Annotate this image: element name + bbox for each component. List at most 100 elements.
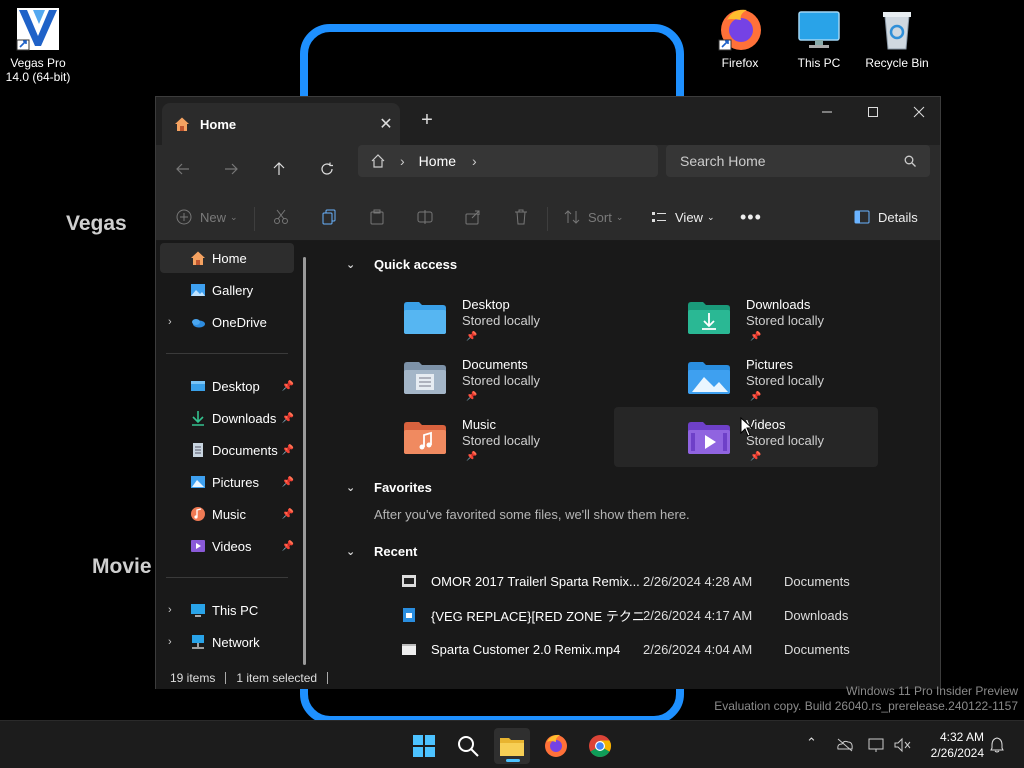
sidebar-item-downloads[interactable]: Downloads 📌: [160, 403, 294, 433]
pin-icon[interactable]: 📌: [282, 477, 294, 488]
share-button[interactable]: [465, 203, 481, 231]
breadcrumb-home[interactable]: Home: [419, 153, 456, 169]
back-button[interactable]: [168, 155, 198, 183]
sort-button[interactable]: Sort ⌄: [564, 203, 623, 231]
paste-button[interactable]: [369, 203, 385, 231]
tab-home[interactable]: Home ✕: [162, 103, 400, 145]
sort-label: Sort: [588, 209, 612, 225]
sidebar-item-desktop[interactable]: Desktop 📌: [160, 371, 294, 401]
scissors-icon: [274, 209, 288, 224]
network-status-icon[interactable]: [868, 737, 886, 753]
sidebar-item-this-pc[interactable]: › This PC: [160, 595, 294, 625]
favorites-header[interactable]: ⌄ Favorites: [346, 480, 432, 495]
maximize-button[interactable]: [850, 97, 896, 127]
quick-access-desktop[interactable]: Desktop Stored locally 📌: [404, 291, 666, 349]
delete-button[interactable]: [513, 203, 529, 231]
arrow-up-icon: [273, 162, 285, 175]
sidebar-label: This PC: [212, 602, 259, 618]
desktop-icon-firefox[interactable]: Firefox: [702, 6, 778, 70]
desktop-icon-vegas[interactable]: Vegas Pro 14.0 (64-bit): [0, 6, 76, 84]
chrome-taskbar-button[interactable]: [582, 728, 618, 764]
desktop-icon-recycle-bin[interactable]: Recycle Bin: [859, 6, 935, 70]
firefox-taskbar-button[interactable]: [538, 728, 574, 764]
show-hidden-icons-button[interactable]: ⌃: [806, 735, 817, 751]
quick-access-documents[interactable]: Documents Stored locally 📌: [404, 351, 666, 409]
pin-icon: 📌: [750, 391, 762, 401]
close-icon: [913, 106, 925, 118]
firefox-icon: [717, 6, 763, 52]
close-tab-icon[interactable]: ✕: [372, 114, 400, 134]
recent-row[interactable]: Sparta Customer 2.0 Remix.mp4 2/26/2024 …: [401, 638, 931, 660]
details-button[interactable]: Details: [854, 203, 918, 231]
qa-sub: Stored locally: [746, 313, 825, 328]
new-button[interactable]: New ⌄: [176, 203, 238, 231]
recent-date: 2/26/2024 4:17 AM: [643, 607, 753, 623]
volume-muted-icon[interactable]: [894, 737, 912, 753]
quick-access-videos[interactable]: Videos Stored locally 📌: [688, 411, 950, 469]
view-button[interactable]: View ⌄: [651, 203, 715, 231]
active-indicator: [506, 759, 520, 762]
home-icon: [175, 117, 189, 131]
qa-name: Documents: [462, 357, 528, 372]
pin-icon[interactable]: 📌: [282, 541, 294, 552]
close-window-button[interactable]: [896, 97, 942, 127]
chevron-right-icon[interactable]: ›: [168, 316, 172, 328]
vegas-label-line1: Vegas Pro: [10, 56, 66, 70]
file-explorer-taskbar-button[interactable]: [494, 728, 530, 764]
details-pane-icon: [854, 210, 870, 224]
quick-access-header[interactable]: ⌄ Quick access: [346, 257, 457, 272]
forward-button[interactable]: [216, 155, 246, 183]
sidebar-item-network[interactable]: › Network: [160, 627, 294, 657]
search-box[interactable]: Search Home: [666, 145, 930, 177]
clock-date: 2/26/2024: [930, 746, 984, 760]
documents-folder-icon: [404, 362, 446, 394]
rename-button[interactable]: [417, 203, 433, 231]
copy-button[interactable]: [321, 203, 337, 231]
search-taskbar-button[interactable]: [450, 728, 486, 764]
desktop-icon-this-pc[interactable]: This PC: [781, 6, 857, 70]
qa-sub: Stored locally: [462, 433, 541, 448]
arrow-left-icon: [176, 163, 189, 175]
windows-logo-icon: [413, 735, 435, 757]
onedrive-offline-icon[interactable]: [836, 737, 854, 753]
refresh-button[interactable]: [312, 155, 342, 183]
notification-bell-icon[interactable]: [990, 737, 1004, 753]
sidebar-item-music[interactable]: Music 📌: [160, 499, 294, 529]
sidebar-item-pictures[interactable]: Pictures 📌: [160, 467, 294, 497]
recent-row[interactable]: OMOR 2017 Trailerl Sparta Remix... 2/26/…: [401, 570, 931, 592]
more-options-button[interactable]: •••: [740, 203, 762, 231]
start-button[interactable]: [406, 728, 442, 764]
recent-location: Downloads: [784, 607, 849, 623]
quick-access-pictures[interactable]: Pictures Stored locally 📌: [688, 351, 950, 409]
chevron-down-icon: ⌄: [346, 482, 356, 494]
sidebar-item-home[interactable]: Home: [160, 243, 294, 273]
up-button[interactable]: [264, 155, 294, 183]
rename-icon: [417, 210, 433, 224]
sidebar-item-documents[interactable]: Documents 📌: [160, 435, 294, 465]
pin-icon[interactable]: 📌: [282, 381, 294, 392]
breadcrumb-expand-icon[interactable]: ›: [472, 153, 477, 169]
sidebar-item-gallery[interactable]: Gallery: [160, 275, 294, 305]
quick-access-downloads[interactable]: Downloads Stored locally 📌: [688, 291, 950, 349]
qa-sub: Stored locally: [746, 373, 825, 388]
recent-title: Recent: [374, 544, 418, 559]
pin-icon[interactable]: 📌: [282, 509, 294, 520]
recent-row[interactable]: {VEG REPLACE}[RED ZONE テクニッ... 2/26/2024…: [401, 604, 931, 626]
pin-icon[interactable]: 📌: [282, 445, 294, 456]
pin-icon[interactable]: 📌: [282, 413, 294, 424]
minimize-button[interactable]: [804, 97, 850, 127]
video-file-icon: [402, 575, 416, 587]
cut-button[interactable]: [273, 203, 289, 231]
qa-sub: Stored locally: [746, 433, 825, 448]
chevron-right-icon[interactable]: ›: [168, 604, 172, 616]
clock[interactable]: 4:32 AM 2/26/2024: [918, 729, 984, 761]
sidebar-item-onedrive[interactable]: › OneDrive: [160, 307, 294, 337]
sidebar-item-videos[interactable]: Videos 📌: [160, 531, 294, 561]
details-label: Details: [878, 209, 918, 225]
new-tab-button[interactable]: +: [414, 109, 440, 132]
chevron-right-icon[interactable]: ›: [168, 636, 172, 648]
search-input[interactable]: Search Home: [680, 153, 766, 169]
address-bar[interactable]: › Home ›: [358, 145, 658, 177]
sidebar-scrollbar[interactable]: [303, 257, 306, 665]
recent-header[interactable]: ⌄ Recent: [346, 544, 417, 559]
